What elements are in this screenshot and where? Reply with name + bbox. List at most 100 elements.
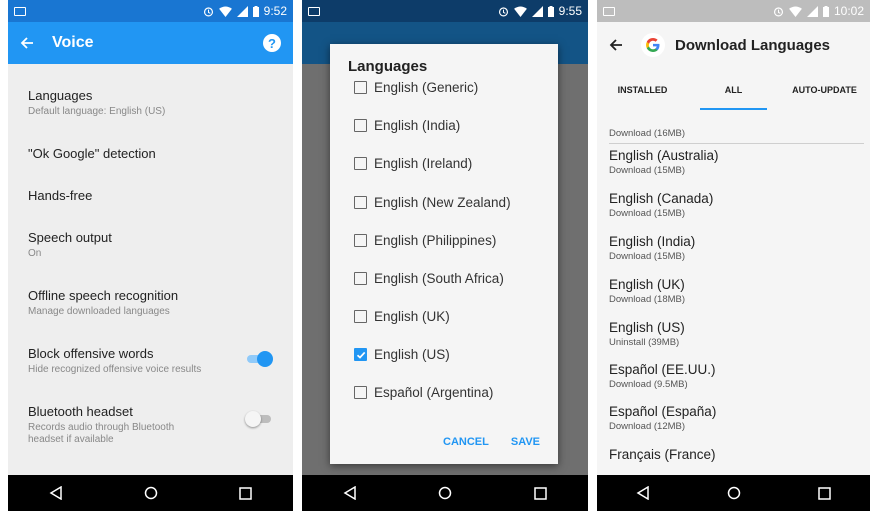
status-bar: 9:55 — [302, 0, 588, 22]
home-nav-button[interactable] — [714, 478, 754, 508]
cancel-button[interactable]: CANCEL — [443, 436, 489, 448]
language-name: English (Australia) — [609, 148, 719, 163]
language-name: Español (EE.UU.) — [609, 362, 716, 377]
back-nav-button[interactable] — [36, 478, 76, 508]
tab-all[interactable]: ALL — [688, 68, 779, 112]
back-triangle-icon — [636, 486, 649, 500]
battery-icon — [252, 5, 259, 17]
list-item[interactable]: Español (EE.UU.) Download (9.5MB) — [609, 362, 864, 390]
battery-icon — [822, 5, 829, 17]
setting-speech-output[interactable]: Speech output On — [28, 230, 279, 260]
setting-hands-free[interactable]: Hands-free — [28, 188, 279, 203]
language-option[interactable]: English (New Zealand) — [354, 195, 511, 210]
language-option[interactable]: English (Ireland) — [354, 156, 472, 171]
list-item[interactable]: Español (España) Download (12MB) — [609, 404, 864, 432]
list-item[interactable]: English (US) Uninstall (39MB) — [609, 320, 864, 348]
language-option[interactable]: Español (Argentina) — [354, 385, 493, 400]
alarm-icon — [498, 6, 508, 16]
language-status: Download (15MB) — [609, 165, 686, 176]
language-option[interactable]: English (India) — [354, 118, 460, 133]
languages-dialog-screen: 9:55 Languages English (Generic) English… — [302, 0, 588, 511]
back-arrow-icon[interactable] — [20, 36, 34, 50]
list-item[interactable]: English (Australia) Download (15MB) — [609, 148, 864, 176]
alarm-icon — [773, 6, 784, 16]
language-option[interactable]: English (UK) — [354, 309, 450, 324]
language-option[interactable]: English (US) — [354, 347, 450, 362]
tab-auto-update[interactable]: AUTO-UPDATE — [779, 68, 870, 112]
recents-nav-button[interactable] — [226, 478, 266, 508]
back-arrow-icon[interactable] — [609, 38, 623, 52]
option-label: English (Ireland) — [374, 156, 473, 171]
navigation-bar — [597, 475, 870, 511]
checkbox[interactable] — [354, 234, 367, 247]
recents-square-icon — [239, 486, 252, 500]
status-time: 9:52 — [263, 4, 287, 18]
help-icon[interactable]: ? — [263, 34, 281, 52]
settings-list: Languages Default language: English (US)… — [8, 64, 293, 475]
tab-installed[interactable]: INSTALLED — [597, 68, 688, 112]
checkbox[interactable] — [354, 81, 367, 94]
language-name: English (UK) — [609, 277, 685, 292]
back-nav-button[interactable] — [330, 478, 370, 508]
home-nav-button[interactable] — [425, 478, 465, 508]
language-option[interactable]: English (Generic) — [354, 80, 478, 95]
navigation-bar — [302, 475, 588, 511]
download-languages-screen: 10:02 Download Languages INSTALLED ALL A… — [597, 0, 870, 511]
option-label: English (UK) — [374, 309, 450, 324]
setting-offline-speech-recognition[interactable]: Offline speech recognition Manage downlo… — [28, 288, 279, 318]
checkbox[interactable] — [354, 196, 367, 209]
status-time: 10:02 — [833, 4, 864, 18]
checkbox[interactable] — [354, 157, 367, 170]
checkbox[interactable] — [354, 272, 367, 285]
option-label: English (India) — [374, 118, 461, 133]
block-offensive-words-toggle[interactable] — [245, 351, 273, 367]
option-label: Español (Argentina) — [374, 385, 494, 400]
save-button[interactable]: SAVE — [511, 436, 540, 448]
language-name: English (US) — [609, 320, 685, 335]
list-item[interactable]: English (UK) Download (18MB) — [609, 277, 864, 305]
option-label: English (Philippines) — [374, 233, 497, 248]
language-status: Download (12MB) — [609, 421, 686, 432]
language-list: Download (16MB) English (Australia) Down… — [597, 112, 870, 475]
language-status: Download (15MB) — [609, 208, 686, 219]
checkbox[interactable] — [354, 386, 367, 399]
checkbox-checked[interactable] — [354, 348, 367, 361]
language-name: English (India) — [609, 234, 696, 249]
bluetooth-headset-toggle[interactable] — [245, 411, 273, 427]
dialog-title: Languages — [348, 58, 428, 75]
setting-subtitle: Default language: English (US) — [28, 106, 166, 117]
language-option[interactable]: English (Philippines) — [354, 233, 496, 248]
checkbox[interactable] — [354, 119, 367, 132]
language-status: Uninstall (39MB) — [609, 337, 680, 348]
list-item[interactable]: Français (France) — [609, 447, 864, 462]
wifi-icon — [218, 5, 232, 17]
battery-icon — [547, 5, 554, 17]
option-label: English (South Africa) — [374, 271, 504, 286]
setting-subtitle: Records audio through Bluetooth headset … — [28, 422, 175, 445]
setting-bluetooth-headset[interactable]: Bluetooth headset Records audio through … — [28, 404, 279, 446]
notification-icon — [603, 6, 615, 16]
option-label: English (New Zealand) — [374, 195, 511, 210]
setting-block-offensive-words[interactable]: Block offensive words Hide recognized of… — [28, 346, 279, 376]
recents-nav-button[interactable] — [805, 478, 845, 508]
wifi-icon — [513, 5, 527, 17]
list-item[interactable]: English (Canada) Download (15MB) — [609, 191, 864, 219]
home-circle-icon — [144, 486, 157, 500]
setting-ok-google-detection[interactable]: "Ok Google" detection — [28, 146, 279, 161]
language-name: Español (España) — [609, 404, 717, 419]
setting-subtitle: Manage downloaded languages — [28, 306, 170, 317]
app-bar: Voice ? — [8, 22, 293, 64]
navigation-bar — [8, 475, 293, 511]
notification-icon — [308, 6, 320, 16]
home-nav-button[interactable] — [131, 478, 171, 508]
language-name: Français (France) — [609, 447, 716, 462]
setting-languages[interactable]: Languages Default language: English (US) — [28, 88, 279, 118]
divider — [609, 143, 864, 144]
checkbox[interactable] — [354, 310, 367, 323]
back-nav-button[interactable] — [623, 478, 663, 508]
signal-icon — [531, 5, 543, 17]
recents-nav-button[interactable] — [520, 478, 560, 508]
list-item[interactable]: English (India) Download (15MB) — [609, 234, 864, 262]
language-option[interactable]: English (South Africa) — [354, 271, 504, 286]
list-item[interactable]: Download (16MB) — [609, 126, 864, 144]
